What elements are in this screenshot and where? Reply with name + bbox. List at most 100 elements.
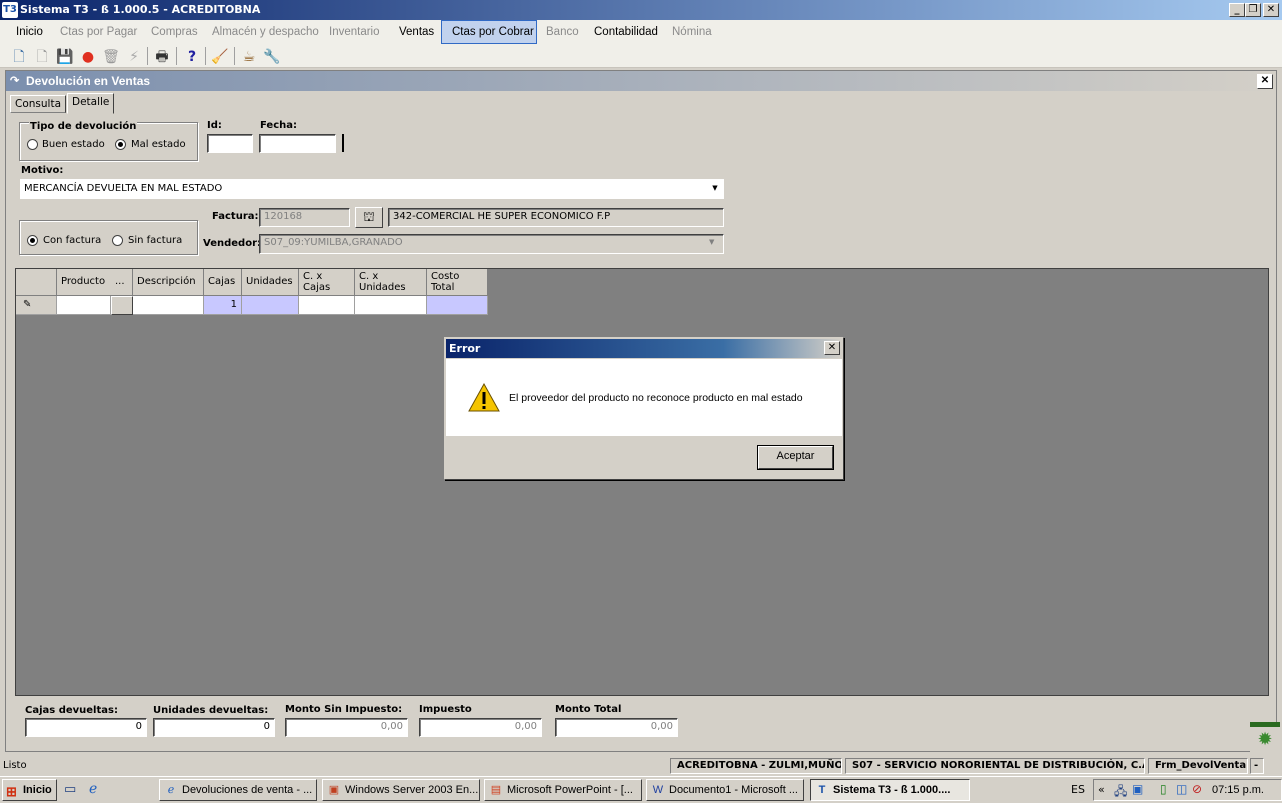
tab-consulta[interactable]: Consulta [10,95,67,113]
network-tray-icon[interactable]: ◫ [1176,782,1187,796]
tipo-devolucion-group: Tipo de devolución Buen estado Mal estad… [19,121,198,161]
grid-cell-producto[interactable] [57,296,111,315]
menu-ventas[interactable]: Ventas [389,20,444,44]
task-powerpoint[interactable]: ▤ Microsoft PowerPoint - [... [484,779,642,801]
sin-factura-radio[interactable] [112,235,123,246]
grid-header-cx-cajas[interactable]: C. x Cajas [299,269,355,296]
start-button[interactable]: ⊞ Inicio [2,779,57,801]
form-icon: ↷ [10,75,20,87]
menu-banco[interactable]: Banco [536,20,589,44]
buen-estado-radio[interactable] [27,139,38,150]
menu-bar: Inicio Ctas por Pagar Compras Almacén y … [0,20,1282,44]
clean-icon[interactable]: 🧹 [211,48,229,66]
factura-field[interactable]: 120168 [259,208,350,227]
flash-icon[interactable]: ⚡ [125,48,143,66]
vendedor-select[interactable]: S07_09:YUMILBA,GRANADO [259,234,724,254]
task-devoluciones[interactable]: ℯ Devoluciones de venta - ... [159,779,317,801]
network-icon[interactable]: 🖧 [1114,782,1127,803]
vm-icon: ▣ [328,784,340,796]
task-label: Sistema T3 - ß 1.000.... [833,784,951,796]
grid-cell-unidades[interactable] [242,296,299,315]
delete-icon[interactable]: 🗑 [102,48,120,66]
grid-cell-cx-cajas[interactable] [299,296,355,315]
aceptar-button[interactable]: Aceptar [757,445,834,470]
status-form: Frm_DevolVenta [1148,758,1248,774]
print-icon[interactable]: 🖶 [153,48,171,66]
help-icon[interactable]: ? [183,48,201,66]
grid-header-unidades[interactable]: Unidades [242,269,299,296]
gear-icon[interactable]: ✹ [1250,722,1280,752]
ie-icon[interactable]: ℯ [89,781,97,797]
task-sistema-t3[interactable]: T Sistema T3 - ß 1.000.... [810,779,970,801]
motivo-select[interactable]: MERCANCÍA DEVUELTA EN MAL ESTADO [20,179,724,199]
open-icon[interactable]: 🗋 [33,48,51,66]
grid-header-corner [16,269,57,296]
toolbar: 🗋 🗋 💾 ● 🗑 ⚡ 🖶 ? 🧹 ☕ 🔧 [0,44,1282,68]
cliente-field: 342-COMERCIAL HE SUPER ECONOMICO F.P [388,208,724,227]
grid-cell-cx-unidades[interactable] [355,296,427,315]
form-close-button[interactable]: ✕ [1257,74,1273,89]
grid-header-descripcion[interactable]: Descripción [133,269,204,296]
impuesto-field: 0,00 [419,718,542,737]
battery-icon[interactable]: ▯ [1160,782,1167,796]
menu-contabilidad[interactable]: Contabilidad [584,20,668,44]
vendedor-label: Vendedor: [203,238,261,249]
save-icon[interactable]: 💾 [56,48,74,66]
factura-label: Factura: [212,211,259,222]
dialog-close-button[interactable]: ✕ [824,341,840,355]
task-label: Windows Server 2003 En... [345,784,479,796]
buen-estado-label: Buen estado [42,139,105,150]
app-icon: T3 [2,2,18,18]
monto-total-label: Monto Total [555,704,622,715]
ie-icon: ℯ [167,784,175,796]
minimize-button[interactable]: _ [1229,3,1245,17]
app-titlebar: T3 Sistema T3 - ß 1.000.5 - ACREDITOBNA … [0,0,1282,20]
menu-ctas-por-cobrar[interactable]: Ctas por Cobrar [441,20,537,44]
grid-header-cx-unidades[interactable]: C. x Unidades [355,269,427,296]
unidades-devueltas-label: Unidades devueltas: [153,705,269,716]
grid-cell-costo-total[interactable] [427,296,488,315]
tab-detalle[interactable]: Detalle [67,93,115,114]
task-word[interactable]: W Documento1 - Microsoft ... [646,779,804,801]
grid-cell-cajas[interactable]: 1 [204,296,242,315]
record-icon[interactable]: ● [79,48,97,66]
menu-compras[interactable]: Compras [141,20,208,44]
tools-icon[interactable]: 🔧 [263,48,281,66]
con-factura-radio[interactable] [27,235,38,246]
clock[interactable]: 07:15 p.m. [1212,784,1264,796]
grid-cell-dots-button[interactable] [111,296,133,315]
id-field[interactable] [207,134,253,153]
fecha-label: Fecha: [260,120,298,131]
chevron-left-icon[interactable]: « [1098,783,1105,796]
language-indicator[interactable]: ES [1071,783,1085,796]
new-document-icon[interactable]: 🗋 [10,48,28,66]
search-binoculars-button[interactable]: ⛫ [355,207,383,228]
fecha-field[interactable] [259,134,336,153]
monitor-icon[interactable]: ▣ [1132,782,1143,796]
volume-muted-icon[interactable]: ⊘ [1192,782,1202,796]
menu-ctas-por-pagar[interactable]: Ctas por Pagar [50,20,147,44]
error-dialog: Error ✕ El proveedor del producto no rec… [444,337,844,480]
menu-nomina[interactable]: Nómina [662,20,722,44]
task-windows-server[interactable]: ▣ Windows Server 2003 En... [322,779,480,801]
grid-cell-descripcion[interactable] [133,296,204,315]
impuesto-label: Impuesto [419,704,472,715]
toolbar-separator [205,47,206,65]
chevron-down-icon[interactable]: ▼ [708,182,722,196]
detalle-grid: Producto ... Descripción Cajas Unidades … [15,268,1269,696]
grid-header-dots[interactable]: ... [111,269,133,296]
con-factura-label: Con factura [43,235,102,246]
mal-estado-radio[interactable] [115,139,126,150]
menu-inventario[interactable]: Inventario [319,20,390,44]
show-desktop-icon[interactable]: ▭ [64,782,76,797]
chevron-down-icon: ▼ [709,238,715,246]
menu-almacen[interactable]: Almacén y despacho [202,20,329,44]
id-label: Id: [207,120,222,131]
menu-inicio[interactable]: Inicio [6,20,53,44]
close-button[interactable]: ✕ [1263,3,1279,17]
grid-header-cajas[interactable]: Cajas [204,269,242,296]
grid-header-costo-total[interactable]: Costo Total [427,269,488,296]
cup-icon[interactable]: ☕ [240,48,258,66]
binoculars-icon: ⛫ [363,209,375,224]
restore-button[interactable]: ❐ [1245,3,1261,17]
